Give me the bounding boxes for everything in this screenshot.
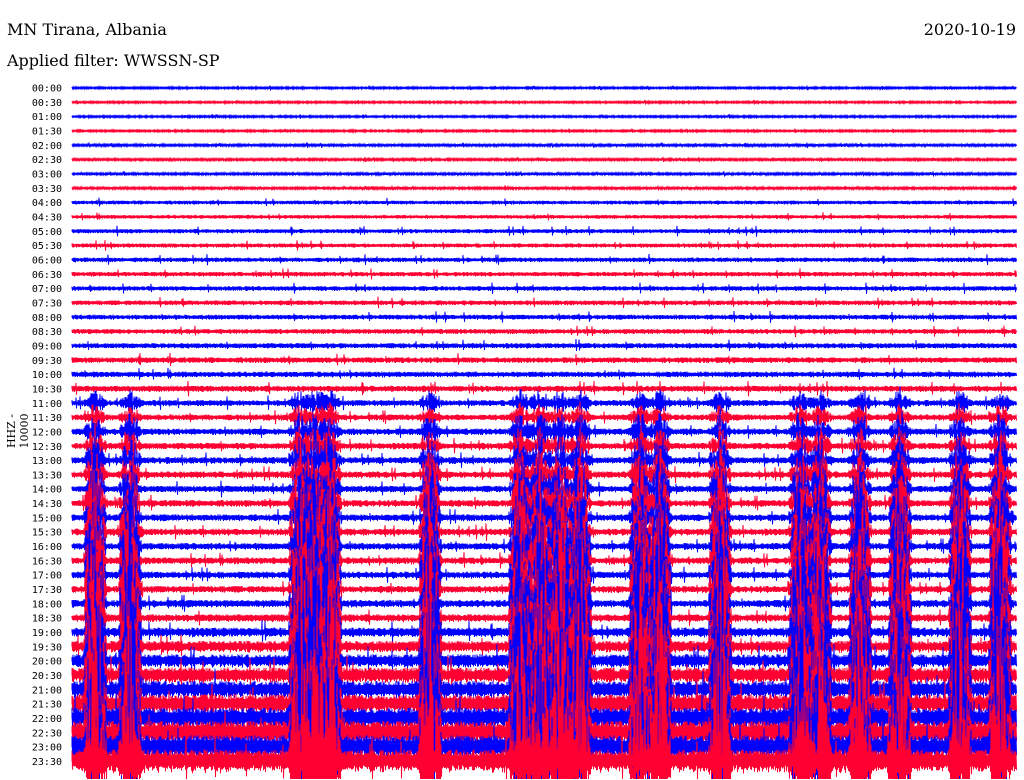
time-label: 04:00 [32, 198, 62, 209]
time-label: 13:00 [32, 456, 62, 467]
trace-0600 [71, 253, 1017, 266]
trace-0100 [71, 113, 1017, 120]
time-label: 11:30 [32, 413, 62, 424]
helicorder-page: MN Tirana, Albania Applied filter: WWSSN… [0, 0, 1024, 780]
trace-0430 [71, 212, 1017, 221]
trace-0000 [71, 85, 1017, 91]
time-label: 01:00 [32, 112, 62, 123]
time-label: 14:00 [32, 485, 62, 496]
trace-0230 [71, 156, 1017, 163]
time-label: 06:00 [32, 255, 62, 266]
time-label: 10:30 [32, 384, 62, 395]
time-label: 05:30 [32, 241, 62, 252]
trace-0030 [71, 99, 1017, 106]
time-label: 08:30 [32, 327, 62, 338]
time-label: 16:00 [32, 542, 62, 553]
time-label: 14:30 [32, 499, 62, 510]
time-label: 19:30 [32, 642, 62, 653]
trace-1030 [71, 380, 1017, 397]
time-label: 16:30 [32, 556, 62, 567]
trace-0900 [71, 338, 1017, 352]
trace-0200 [71, 142, 1017, 149]
time-label: 17:00 [32, 571, 62, 582]
trace-0630 [71, 268, 1017, 280]
time-label: 21:30 [32, 700, 62, 711]
time-label: 18:30 [32, 614, 62, 625]
time-label: 02:30 [32, 155, 62, 166]
time-label: 07:00 [32, 284, 62, 295]
time-label: 17:30 [32, 585, 62, 596]
time-label: 00:30 [32, 98, 62, 109]
time-label: 06:30 [32, 270, 62, 281]
time-label: 00:00 [32, 84, 62, 95]
time-label: 15:30 [32, 528, 62, 539]
trace-0730 [71, 296, 1017, 309]
trace-0930 [71, 352, 1017, 367]
time-label: 07:30 [32, 298, 62, 309]
trace-0530 [71, 240, 1017, 251]
time-label: 23:00 [32, 743, 62, 754]
trace-0830 [71, 325, 1017, 338]
time-label: 01:30 [32, 126, 62, 137]
trace-0300 [71, 170, 1017, 178]
time-label: 04:30 [32, 212, 62, 223]
time-label: 11:00 [32, 399, 62, 410]
trace-0500 [71, 225, 1017, 237]
trace-0330 [71, 185, 1017, 192]
time-label: 03:00 [32, 169, 62, 180]
time-label: 15:00 [32, 513, 62, 524]
time-label: 05:00 [32, 227, 62, 238]
time-label: 20:00 [32, 657, 62, 668]
time-label: 21:00 [32, 685, 62, 696]
time-label: 19:00 [32, 628, 62, 639]
time-label: 13:30 [32, 470, 62, 481]
time-label: 09:30 [32, 356, 62, 367]
time-label: 22:30 [32, 728, 62, 739]
trace-0800 [71, 310, 1017, 323]
helicorder-plot: 00:00 00:30 01:00 01:30 02:00 02:30 03:00 03:30… [32, 84, 1017, 780]
time-label: 03:30 [32, 184, 62, 195]
trace-0700 [71, 282, 1017, 294]
time-label: 22:00 [32, 714, 62, 725]
trace-0130 [71, 128, 1017, 134]
time-label: 12:00 [32, 427, 62, 438]
time-label: 09:00 [32, 341, 62, 352]
time-label: 23:30 [32, 757, 62, 768]
time-label: 18:00 [32, 599, 62, 610]
time-label: 12:30 [32, 442, 62, 453]
time-label: 08:00 [32, 313, 62, 324]
time-label: 10:00 [32, 370, 62, 381]
trace-1000 [71, 367, 1017, 380]
time-label: 02:00 [32, 141, 62, 152]
time-label: 20:30 [32, 671, 62, 682]
trace-0400 [71, 197, 1017, 207]
